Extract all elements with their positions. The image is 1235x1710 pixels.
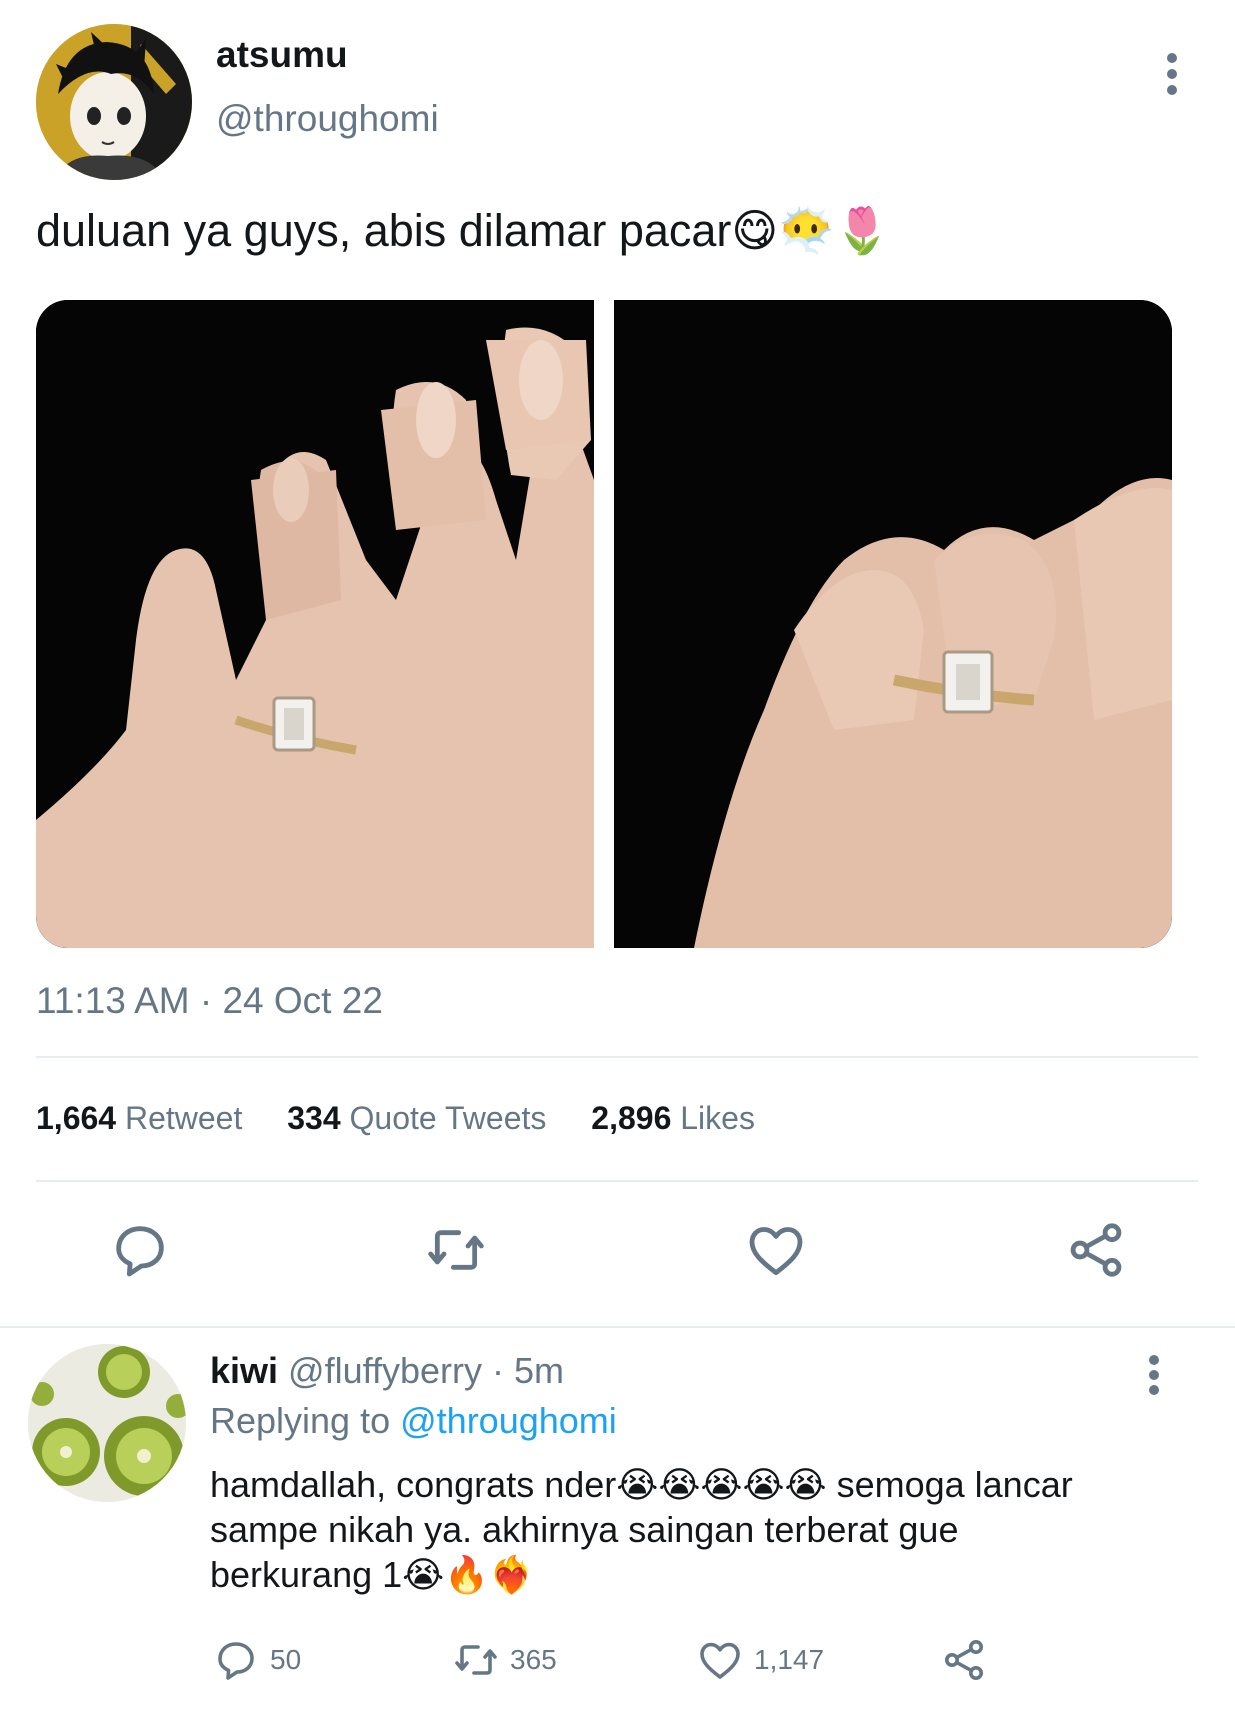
replying-prefix: Replying to [210, 1400, 391, 1441]
user-handle[interactable]: @throughomi [216, 98, 439, 140]
like-icon[interactable] [744, 1218, 808, 1282]
reply-text-line2: sampe nikah ya. akhirnya saingan terbera… [210, 1509, 959, 1550]
tweet-emoji: 😋😶‍🌫️🌷 [731, 205, 891, 256]
retweet-icon[interactable] [424, 1218, 488, 1282]
retweet-icon [455, 1645, 497, 1675]
avatar[interactable] [36, 24, 192, 180]
kiwi-turtle-avatar-icon [28, 1344, 186, 1502]
reply-text: hamdallah, congrats nder😭😭😭😭😭 semoga lan… [210, 1462, 1170, 1597]
reply-count: 50 [270, 1644, 302, 1675]
divider [36, 1056, 1198, 1058]
likes-label[interactable]: Likes [680, 1100, 755, 1136]
reply-time[interactable]: · 5m [492, 1350, 564, 1391]
reply-like-button[interactable]: 1,147 [696, 1634, 824, 1686]
tweet-text-body: duluan ya guys, abis dilamar pacar [36, 205, 732, 256]
anime-avatar-icon [36, 24, 192, 180]
reply-icon [218, 1642, 254, 1680]
quote-label[interactable]: Quote Tweets [350, 1100, 547, 1136]
reply-icon[interactable] [108, 1218, 172, 1282]
more-options-icon[interactable] [1160, 50, 1184, 98]
reply-retweet-button[interactable]: 365 [452, 1634, 557, 1686]
quote-count[interactable]: 334 [287, 1100, 340, 1136]
reply-emoji-1: 😭😭😭😭😭 [616, 1464, 827, 1505]
reply-header: kiwi @fluffyberry · 5m [210, 1350, 564, 1392]
replying-to-link[interactable]: @throughomi [400, 1400, 617, 1441]
reply-like-count: 1,147 [754, 1644, 825, 1675]
hand-ring-photo-icon [36, 300, 594, 948]
reply-text-line1b: semoga lancar [826, 1464, 1073, 1505]
reply-emoji-2: 😭🔥❤️‍🔥 [402, 1554, 534, 1595]
reply-text-line1: hamdallah, congrats nder [210, 1464, 617, 1505]
reply-display-name[interactable]: kiwi [210, 1350, 278, 1391]
tweet-image-1[interactable] [36, 300, 594, 948]
reply-retweet-count: 365 [510, 1644, 557, 1675]
reply-reply-button[interactable]: 50 [212, 1634, 301, 1686]
reply-avatar[interactable] [28, 1344, 186, 1502]
retweet-label[interactable]: Retweet [125, 1100, 242, 1136]
display-name[interactable]: atsumu [216, 34, 348, 76]
reply-text-line3: berkurang 1 [210, 1554, 403, 1595]
share-icon [945, 1640, 983, 1680]
share-icon[interactable] [1064, 1218, 1128, 1282]
reply-handle[interactable]: @fluffyberry [288, 1350, 482, 1391]
tweet-image-2[interactable] [614, 300, 1172, 948]
divider [36, 1180, 1198, 1182]
likes-count[interactable]: 2,896 [591, 1100, 671, 1136]
retweet-count[interactable]: 1,664 [36, 1100, 116, 1136]
like-icon [700, 1642, 740, 1679]
replying-to: Replying to @throughomi [210, 1400, 617, 1442]
tweet-timestamp[interactable]: 11:13 AM · 24 Oct 22 [36, 980, 383, 1022]
reply-share-button[interactable] [940, 1634, 998, 1686]
tweet-text: duluan ya guys, abis dilamar pacar😋😶‍🌫️🌷 [36, 204, 890, 257]
more-options-icon[interactable] [1142, 1352, 1166, 1398]
divider [0, 1326, 1235, 1328]
hand-ring-photo-icon [614, 300, 1172, 948]
tweet-stats: 1,664 Retweet 334 Quote Tweets 2,896 Lik… [36, 1100, 791, 1137]
